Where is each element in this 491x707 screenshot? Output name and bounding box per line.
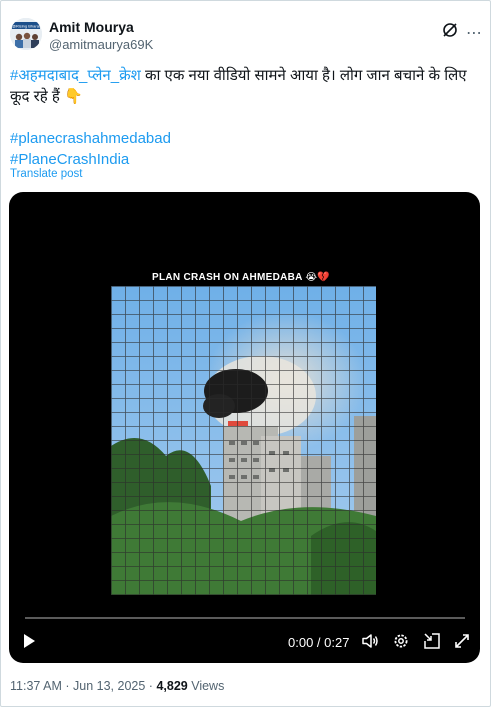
hashtag-link[interactable]: #अहमदाबाद_प्लेन_क्रेश <box>10 67 141 84</box>
views-label: Views <box>191 679 225 693</box>
avatar-image: @Rising Bharat <box>10 18 42 50</box>
svg-text:@Rising Bharat: @Rising Bharat <box>12 24 41 29</box>
video-player[interactable]: PLAN CRASH ON AHMEDABA 😭💔 0:00 / 0:27 <box>9 192 480 663</box>
video-overlay-title: PLAN CRASH ON AHMEDABA 😭💔 <box>152 272 331 283</box>
video-frame[interactable] <box>111 286 376 595</box>
translate-post-link[interactable]: Translate post <box>10 168 82 180</box>
author-name[interactable]: Amit Mourya <box>49 19 134 35</box>
play-icon[interactable] <box>21 632 37 650</box>
fullscreen-icon[interactable] <box>453 632 471 650</box>
tweet-text: #अहमदाबाद_प्लेन_क्रेश का एक नया वीडियो स… <box>10 65 480 170</box>
hashtag-planecrashahmedabad[interactable]: #planecrashahmedabad <box>10 130 171 147</box>
meta-separator: · <box>65 679 74 693</box>
settings-gear-icon[interactable] <box>392 632 410 650</box>
picture-in-picture-icon[interactable] <box>423 632 441 650</box>
avatar[interactable]: @Rising Bharat <box>10 18 42 50</box>
views-count: 4,829 <box>156 679 188 693</box>
tweet-metadata: 11:37 AM · Jun 13, 2025 · 4,829 Views <box>10 679 224 693</box>
tweet-time[interactable]: 11:37 AM <box>10 679 62 693</box>
video-progress-bar[interactable] <box>25 617 465 619</box>
volume-icon[interactable] <box>361 632 379 650</box>
more-options-icon[interactable]: ⋯ <box>466 23 483 43</box>
author-handle[interactable]: @amitmaurya69K <box>49 37 153 52</box>
tweet-text-line2: कूद रहे हैं 👇 <box>10 88 83 105</box>
tweet-card: @Rising Bharat Amit Mourya @amitmaurya69… <box>0 0 491 707</box>
tweet-text-body: का एक नया वीडियो सामने आया है। लोग जान ब… <box>140 67 467 84</box>
tweet-date[interactable]: Jun 13, 2025 <box>73 679 145 693</box>
grok-icon[interactable] <box>441 21 459 39</box>
video-time: 0:00 / 0:27 <box>288 635 350 650</box>
hashtag-planecrashindia[interactable]: #PlaneCrashIndia <box>10 151 129 168</box>
